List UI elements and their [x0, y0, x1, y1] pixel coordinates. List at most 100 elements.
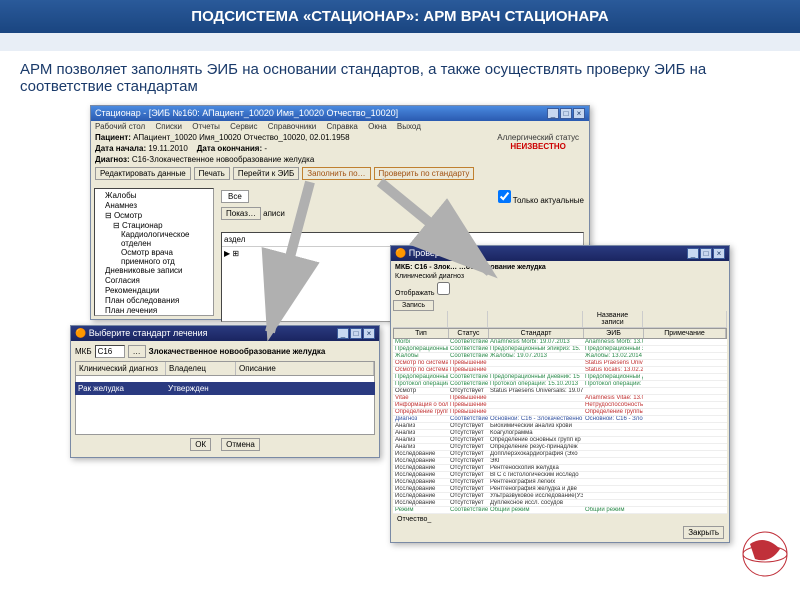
- mkb-input[interactable]: [95, 345, 125, 358]
- cell: Отсутствует: [448, 444, 488, 450]
- cell: Исследование: [393, 451, 448, 457]
- table-row[interactable]: ОсмотрОтсутствуетStatus Praesens Univers…: [393, 388, 727, 395]
- list-label: аписи: [263, 209, 285, 218]
- cell: Осмотр по системам о: [393, 360, 448, 366]
- tree-item[interactable]: План обследования: [97, 296, 211, 306]
- table-row[interactable]: ИсследованиеОтсутствуетРентгеноскопия же…: [393, 465, 727, 472]
- table-row[interactable]: ИсследованиеОтсутствуетЭКГ: [393, 458, 727, 465]
- menu-item[interactable]: Справочники: [268, 122, 316, 131]
- menu-item[interactable]: Окна: [368, 122, 387, 131]
- table-row[interactable]: Предоперационный дСоответствиеПредоперац…: [393, 346, 727, 353]
- table-row[interactable]: ИсследованиеОтсутствуетДопплерэхокардиог…: [393, 451, 727, 458]
- win2-header-group: Название записи: [393, 311, 727, 328]
- tree-item[interactable]: Осмотр врача приемного отд: [97, 248, 211, 266]
- menu-item[interactable]: Справка: [326, 122, 357, 131]
- maximize-icon[interactable]: □: [350, 328, 362, 339]
- menu-bar[interactable]: Рабочий стол Списки Отчеты Сервис Справо…: [91, 121, 589, 132]
- cell: [643, 353, 727, 359]
- table-row[interactable]: ИсследованиеОтсутствуетВГС с гистологиче…: [393, 472, 727, 479]
- print-button[interactable]: Печать: [194, 167, 230, 180]
- tree-item[interactable]: Дневниковые записи: [97, 266, 211, 276]
- win2-title-bar: 🟠 Проверка по… _ □ ×: [391, 246, 729, 261]
- table-row[interactable]: Предоперационный дСоответствиеПредоперац…: [393, 374, 727, 381]
- goto-button[interactable]: Перейти к ЭИБ: [233, 167, 299, 180]
- menu-item[interactable]: Рабочий стол: [95, 122, 145, 131]
- tree-pane[interactable]: Жалобы Анамнез ⊟ Осмотр ⊟ Стационар Кард…: [94, 188, 214, 316]
- cell: Осмотр: [393, 388, 448, 394]
- dlg1-selected-row[interactable]: Рак желудка Утвержден: [75, 382, 375, 395]
- cell: Предоперационный дневник: 18.02.: [583, 374, 643, 380]
- ok-button[interactable]: ОК: [190, 438, 211, 451]
- table-row[interactable]: Определение группыПревышениеОпределение …: [393, 409, 727, 416]
- tree-item[interactable]: Согласия: [97, 276, 211, 286]
- cell: [643, 458, 727, 464]
- tree-item[interactable]: План лечения: [97, 306, 211, 316]
- win2-columns: Тип Статус Стандарт ЭИБ Примечание: [393, 328, 727, 339]
- filter-check[interactable]: [437, 282, 450, 295]
- table-row[interactable]: ЖалобыСоответствиеЖалобы: 19.07.2013Жало…: [393, 353, 727, 360]
- close-icon[interactable]: ×: [573, 108, 585, 119]
- close-button[interactable]: Закрыть: [683, 526, 724, 539]
- cell: Рентгеноскопия желудка: [488, 465, 583, 471]
- cell: Общий режим: [488, 507, 583, 513]
- cell: [583, 451, 643, 457]
- menu-item[interactable]: Отчеты: [192, 122, 220, 131]
- tree-item[interactable]: Осмотр: [114, 211, 142, 220]
- table-row[interactable]: РежимСоответствиеОбщий режимОбщий режим: [393, 507, 727, 514]
- menu-item[interactable]: Списки: [155, 122, 182, 131]
- check-button[interactable]: Проверить по стандарту: [374, 167, 475, 180]
- table-row[interactable]: Протокол операцииСоответствиеПротокол оп…: [393, 381, 727, 388]
- win2-rows[interactable]: MorbiСоответствиеAnamnesis Morbi: 19.07.…: [393, 339, 727, 514]
- tree-item[interactable]: Жалобы: [97, 191, 211, 201]
- table-row[interactable]: VitaeПревышениеAnamnesis Vitae: 13.02.20…: [393, 395, 727, 402]
- cell: Anamnesis Morb: 13.02.2014: [583, 339, 643, 345]
- win2-diag: Клинический диагноз: [393, 272, 727, 281]
- subheader-strip: [0, 33, 800, 51]
- tree-item[interactable]: Рекомендации: [97, 286, 211, 296]
- close-icon[interactable]: ×: [713, 248, 725, 259]
- cell: Предоперационный д: [393, 374, 448, 380]
- close-icon[interactable]: ×: [363, 328, 375, 339]
- table-row[interactable]: ИсследованиеОтсутствуетУльтразвуковое ис…: [393, 493, 727, 500]
- minimize-icon[interactable]: _: [687, 248, 699, 259]
- table-row[interactable]: АнализОтсутствуетБиохимический анализ кр…: [393, 423, 727, 430]
- edit-button[interactable]: Редактировать данные: [95, 167, 191, 180]
- only-actual-check[interactable]: [498, 190, 511, 203]
- cell: ЭКГ: [488, 458, 583, 464]
- menu-item[interactable]: Сервис: [230, 122, 257, 131]
- table-row[interactable]: АнализОтсутствуетОпределение резус-прина…: [393, 444, 727, 451]
- filter-label: Отображать: [395, 290, 435, 297]
- status-text: Отчество_: [393, 514, 727, 525]
- table-row[interactable]: ДиагнозСоответствиеОсновной: C16 - Злока…: [393, 416, 727, 423]
- maximize-icon[interactable]: □: [700, 248, 712, 259]
- tree-item[interactable]: Анамнез: [97, 201, 211, 211]
- show-button[interactable]: Показ…: [221, 207, 261, 220]
- cell: Отсутствует: [448, 465, 488, 471]
- table-row[interactable]: ИсследованиеОтсутствуетРентгенография же…: [393, 486, 727, 493]
- table-row[interactable]: АнализОтсутствуетКоагулограмма: [393, 430, 727, 437]
- table-row[interactable]: АнализОтсутствуетОпределение основных гр…: [393, 437, 727, 444]
- maximize-icon[interactable]: □: [560, 108, 572, 119]
- table-row[interactable]: Информация о больниПревышениеНетрудоспос…: [393, 402, 727, 409]
- table-row[interactable]: ИсследованиеОтсутствуетРентгенография ле…: [393, 479, 727, 486]
- table-row[interactable]: ИсследованиеОтсутствуетДуплексное иссл. …: [393, 500, 727, 507]
- tab-record[interactable]: Запись: [393, 300, 434, 311]
- clear-btn[interactable]: …: [128, 345, 146, 358]
- table-row[interactable]: Осмотр по системам оПревышениеStatus Pra…: [393, 360, 727, 367]
- tab-all[interactable]: Все: [221, 190, 249, 203]
- diag-label: Диагноз:: [95, 155, 130, 164]
- tree-item[interactable]: Стационар: [122, 221, 163, 230]
- minimize-icon[interactable]: _: [337, 328, 349, 339]
- dlg1-title: Выберите стандарт лечения: [89, 328, 208, 338]
- cell: [583, 465, 643, 471]
- tree-item[interactable]: Кардиологическое отделен: [97, 230, 211, 248]
- table-row[interactable]: MorbiСоответствиеAnamnesis Morbi: 19.07.…: [393, 339, 727, 346]
- menu-item[interactable]: Выход: [397, 122, 421, 131]
- fill-button[interactable]: Заполнить по…: [302, 167, 370, 180]
- table-row[interactable]: Осмотр по системам оПревышениеStatus loc…: [393, 367, 727, 374]
- minimize-icon[interactable]: _: [547, 108, 559, 119]
- col: Клинический диагноз: [76, 362, 166, 375]
- cell: Соответствие: [448, 339, 488, 345]
- cancel-button[interactable]: Отмена: [221, 438, 260, 451]
- cell: Morbi: [393, 339, 448, 345]
